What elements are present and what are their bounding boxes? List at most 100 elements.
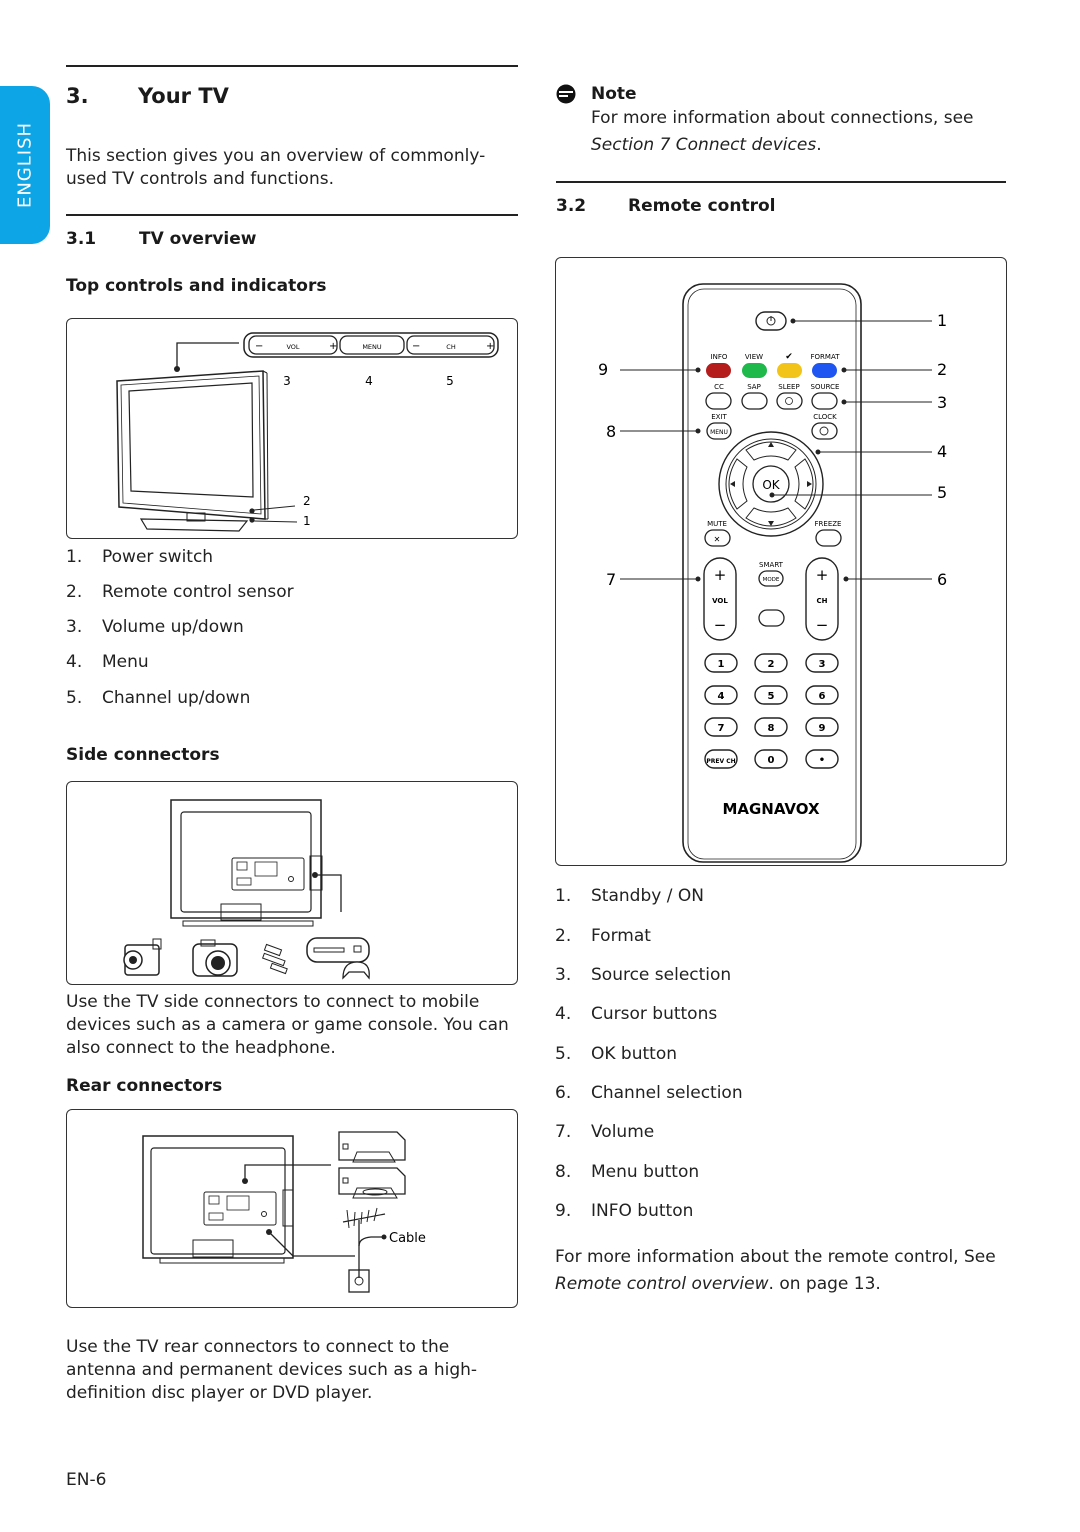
top-controls-heading: Top controls and indicators	[66, 276, 327, 296]
item-label: OK button	[591, 1044, 678, 1064]
remote-callout-1: 1	[937, 311, 947, 330]
item-number: 1.	[66, 547, 83, 567]
remote-callout-6: 6	[937, 570, 947, 589]
subsection-title: TV overview	[139, 229, 257, 249]
callout-1: 1	[303, 514, 311, 528]
info-label: INFO	[711, 353, 728, 361]
item-label: Remote control sensor	[102, 582, 294, 602]
cc-label: CC	[714, 383, 724, 391]
item-label: Source selection	[591, 965, 732, 985]
number-keypad: 1 2 3 4 5 6 7 8 9 PREV CH 0 •	[704, 653, 839, 769]
sleep-label: SLEEP	[778, 383, 799, 391]
page-number: EN-6	[66, 1470, 107, 1490]
note-title: Note	[591, 84, 637, 104]
item-number: 3.	[555, 965, 572, 985]
source-label: SOURCE	[811, 383, 840, 391]
game-console-icon	[306, 937, 370, 980]
headphone-icon	[261, 943, 288, 975]
camcorder-icon	[123, 938, 162, 976]
left-arrow-icon	[730, 481, 735, 487]
section-intro: This section gives you an overview of co…	[66, 145, 485, 191]
remote-callout-3: 3	[937, 393, 947, 412]
keypad-label: 7	[718, 723, 725, 734]
item-number: 9.	[555, 1201, 572, 1221]
callout-3: 3	[283, 374, 291, 388]
list-item: 9. INFO button	[555, 1201, 693, 1221]
description-line: Use the TV rear connectors to connect to…	[66, 1337, 450, 1357]
ok-label: OK	[762, 478, 780, 492]
tv-rear-illustration: Cable	[142, 1131, 426, 1293]
mute-label: MUTE	[707, 520, 727, 528]
side-connectors-heading: Side connectors	[66, 745, 220, 765]
view-label: VIEW	[745, 353, 763, 361]
menu-label: MENU	[362, 343, 382, 351]
keypad-label: 5	[768, 691, 775, 702]
list-item: 1. Power switch	[66, 547, 213, 567]
vol-plus: +	[714, 566, 727, 584]
keypad-label: 4	[718, 691, 725, 702]
description-line: definition disc player or DVD player.	[66, 1383, 373, 1403]
item-label: Volume up/down	[102, 617, 244, 637]
subsection-number: 3.1	[66, 229, 97, 249]
remote-callout-9: 9	[598, 360, 608, 379]
note-link[interactable]: Section 7 Connect devices	[591, 135, 816, 155]
remote-overview-link[interactable]: Remote control overview	[555, 1274, 769, 1294]
item-number: 1.	[555, 886, 572, 906]
item-label: Menu	[102, 652, 149, 672]
list-item: 2. Remote control sensor	[66, 582, 294, 602]
list-item: 4. Menu	[66, 652, 149, 672]
callout-2: 2	[303, 494, 311, 508]
description-line: antenna and permanent devices such as a …	[66, 1360, 478, 1380]
list-item: 8. Menu button	[555, 1162, 699, 1182]
keypad-label: 3	[819, 659, 826, 670]
cursor-pad: OK	[718, 431, 824, 537]
item-number: 3.	[66, 617, 83, 637]
description-line: devices such as a camera or game console…	[66, 1015, 509, 1035]
note-icon	[556, 84, 576, 104]
item-number: 5.	[555, 1044, 572, 1064]
list-item: 2. Format	[555, 926, 651, 946]
remote-more-info: For more information about the remote co…	[555, 1246, 996, 1296]
list-item: 5. Channel up/down	[66, 688, 250, 708]
side-connectors-description: Use the TV side connectors to connect to…	[66, 991, 509, 1060]
blue-button	[812, 363, 837, 378]
list-item: 5. OK button	[555, 1044, 677, 1064]
intro-line: This section gives you an overview of co…	[66, 146, 486, 166]
section-number: 3.	[66, 84, 89, 108]
antenna-icon	[342, 1207, 387, 1278]
red-button	[706, 363, 731, 378]
item-label: Volume	[591, 1122, 655, 1142]
keypad-label: 0	[768, 755, 775, 766]
intro-line: used TV controls and functions.	[66, 169, 334, 189]
cable-label: Cable	[389, 1231, 426, 1246]
note-link-suffix: .	[816, 135, 822, 155]
rear-connectors-description: Use the TV rear connectors to connect to…	[66, 1336, 477, 1405]
list-item: 1. Standby / ON	[555, 886, 704, 906]
subsection-rule	[66, 214, 518, 216]
freeze-label: FREEZE	[815, 520, 842, 528]
item-number: 7.	[555, 1122, 572, 1142]
keypad-label: 6	[819, 691, 826, 702]
clock-label: CLOCK	[813, 413, 837, 421]
description-line: Use the TV side connectors to connect to…	[66, 992, 480, 1012]
dvd-player-icon	[338, 1167, 406, 1199]
item-label: Menu button	[591, 1162, 700, 1182]
mute-icon: ✕	[714, 535, 721, 544]
item-number: 2.	[555, 926, 572, 946]
exit-label: EXIT	[711, 413, 727, 421]
item-number: 4.	[555, 1004, 572, 1024]
ch-label: CH	[446, 343, 456, 351]
item-label: Format	[591, 926, 651, 946]
smart-label: SMART	[759, 561, 784, 569]
menu-button-label: MENU	[710, 429, 728, 436]
keypad-label: 2	[768, 659, 775, 670]
item-label: Cursor buttons	[591, 1004, 718, 1024]
up-arrow-icon	[768, 442, 774, 447]
note-link-line: Section 7 Connect devices.	[591, 134, 822, 157]
language-tab: ENGLISH	[0, 86, 50, 244]
item-label: Channel up/down	[102, 688, 251, 708]
remote-callout-5: 5	[937, 483, 947, 502]
ch-minus-label: −	[412, 341, 420, 352]
section-rule	[66, 65, 518, 67]
item-number: 5.	[66, 688, 83, 708]
